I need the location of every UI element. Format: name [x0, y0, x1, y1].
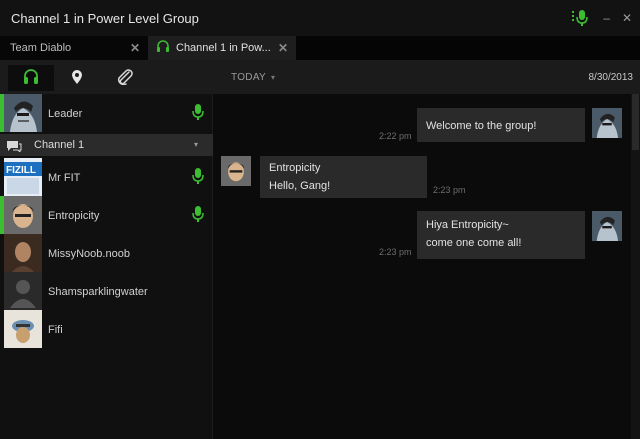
member-shamsparklingwater[interactable]: Shamsparklingwater — [0, 272, 213, 310]
microphone-icon[interactable] — [571, 9, 591, 27]
attach-button[interactable] — [102, 65, 148, 91]
map-pin-icon — [71, 69, 83, 88]
member-leader[interactable]: Leader — [0, 94, 213, 132]
message-bubble: Entropicity Hello, Gang! — [260, 156, 427, 198]
member-name: Mr FIT — [48, 172, 81, 184]
member-name: Shamsparklingwater — [48, 286, 148, 298]
toolbar: TODAY ▾ 8/30/2013 — [0, 60, 640, 94]
chevron-down-icon: ▾ — [271, 73, 276, 82]
date-filter-label: TODAY — [231, 72, 267, 83]
tab-channel-1[interactable]: Channel 1 in Pow... ✕ — [148, 36, 296, 60]
tab-close-button[interactable]: ✕ — [130, 41, 140, 55]
microphone-icon — [191, 103, 205, 124]
minimize-button[interactable]: – — [603, 11, 610, 25]
avatar — [4, 272, 42, 310]
date-filter-dropdown[interactable]: TODAY ▾ — [231, 72, 275, 83]
avatar — [4, 310, 42, 348]
tab-close-button[interactable]: ✕ — [278, 41, 288, 55]
message-timestamp: 2:23 pm — [379, 247, 412, 257]
message-bubble: Welcome to the group! — [417, 108, 585, 142]
member-name: Entropicity — [48, 210, 100, 222]
paperclip-icon — [116, 68, 134, 88]
avatar: FIZILL — [4, 158, 42, 196]
member-mr-fit[interactable]: FIZILL Mr FIT — [0, 158, 213, 196]
avatar — [592, 211, 622, 241]
headset-button[interactable] — [8, 65, 54, 91]
avatar — [592, 108, 622, 138]
member-missynoob[interactable]: MissyNoob.noob — [0, 234, 213, 272]
tab-label: Team Diablo — [10, 42, 72, 54]
member-fifi[interactable]: Fifi — [0, 310, 213, 348]
member-name: Fifi — [48, 324, 63, 336]
headset-icon — [22, 68, 40, 88]
message-text-line: Hiya Entropicity~ — [426, 219, 509, 231]
chat-bubble-icon — [6, 140, 22, 155]
title-bar: Channel 1 in Power Level Group – ✕ — [0, 0, 640, 36]
message-text-line: come one come all! — [426, 237, 522, 249]
tab-bar: Team Diablo ✕ Channel 1 in Pow... ✕ — [0, 36, 640, 60]
channel-label: Channel 1 — [34, 139, 85, 151]
tab-label: Channel 1 in Pow... — [176, 42, 271, 54]
microphone-icon — [191, 205, 205, 226]
member-entropicity[interactable]: Entropicity — [0, 196, 213, 234]
avatar — [4, 196, 42, 234]
chat-scrollbar[interactable] — [631, 94, 640, 439]
member-name: Leader — [48, 108, 83, 120]
microphone-icon — [191, 167, 205, 188]
chevron-down-icon[interactable]: ▾ — [194, 140, 198, 149]
message-text: Welcome to the group! — [426, 120, 537, 132]
chat-area[interactable]: Welcome to the group! 2:22 pm Entropicit… — [214, 94, 640, 439]
avatar — [221, 156, 251, 186]
window-controls: – ✕ — [571, 9, 632, 27]
tab-team-diablo[interactable]: Team Diablo ✕ — [0, 36, 148, 60]
window-title: Channel 1 in Power Level Group — [11, 11, 199, 26]
location-button[interactable] — [54, 65, 100, 91]
avatar — [4, 94, 42, 132]
message-timestamp: 2:23 pm — [433, 185, 466, 195]
headset-icon — [156, 40, 170, 56]
member-name: MissyNoob.noob — [48, 248, 130, 260]
current-date: 8/30/2013 — [588, 72, 634, 83]
scrollbar-thumb[interactable] — [632, 94, 639, 150]
close-window-button[interactable]: ✕ — [622, 11, 632, 25]
svg-text:FIZILL: FIZILL — [6, 165, 36, 176]
message-text: Hello, Gang! — [269, 180, 331, 192]
member-sidebar: Leader Channel 1 ▾ FIZILL Mr FIT Entropi… — [0, 94, 213, 439]
message-bubble: Hiya Entropicity~ come one come all! — [417, 211, 585, 259]
message-timestamp: 2:22 pm — [379, 131, 412, 141]
message-sender: Entropicity — [269, 162, 321, 174]
channel-header[interactable]: Channel 1 ▾ — [0, 134, 213, 156]
avatar — [4, 234, 42, 272]
